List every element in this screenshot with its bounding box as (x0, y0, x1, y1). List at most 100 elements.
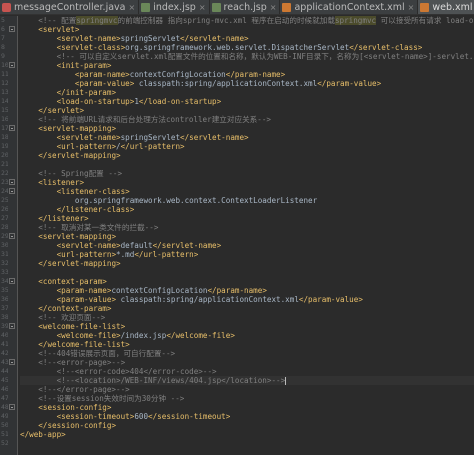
code-token: 的前端控制器 指向spring-mvc.xml 程序在启动的时候就加载 (117, 16, 335, 25)
code-line[interactable]: <servlet-mapping> (20, 232, 116, 241)
fold-toggle-icon[interactable] (9, 278, 15, 284)
line-number: 50 (1, 421, 8, 429)
code-line[interactable]: <!-- 配置springmvc的前端控制器 指向spring-mvc.xml … (20, 16, 474, 25)
code-token: <servlet-mapping> (38, 232, 117, 241)
code-token: 600 (134, 412, 149, 421)
fold-toggle-icon[interactable] (9, 26, 15, 32)
code-token: </welcome-file-list> (38, 340, 130, 349)
code-line[interactable]: <!--<error-code>404</error-code>--> (20, 367, 217, 376)
fold-toggle-icon[interactable] (9, 125, 15, 131)
code-line[interactable]: <session-timeout>600</session-timeout> (20, 412, 231, 421)
code-token: org.springframework.web.context.ContextL… (20, 196, 318, 205)
code-line[interactable]: </welcome-file-list> (20, 340, 130, 349)
code-line[interactable]: </listener-class> (20, 205, 135, 214)
code-line[interactable]: <servlet-name>default</servlet-name> (20, 241, 222, 250)
line-number: 49 (1, 412, 8, 420)
code-token: <!--404错误展示页面，可自行配置--> (20, 349, 176, 358)
tab-close-icon[interactable]: × (408, 3, 415, 12)
code-token: <url-pattern> (56, 142, 117, 151)
code-line[interactable]: <servlet> (20, 25, 79, 34)
tab-messagecontroller-java[interactable]: messageController.java × (0, 0, 140, 14)
code-line[interactable]: <listener-class> (20, 187, 130, 196)
code-line[interactable]: </web-app> (20, 430, 66, 439)
code-line[interactable]: <load-on-startup>1</load-on-startup> (20, 97, 222, 106)
code-token: </servlet-name> (180, 34, 249, 43)
code-token: <session-timeout> (56, 412, 135, 421)
code-line[interactable]: <servlet-mapping> (20, 124, 116, 133)
tab-index-jsp[interactable]: index.jsp × (139, 0, 210, 14)
fold-toggle-icon[interactable] (9, 188, 15, 194)
code-line[interactable]: org.springframework.web.context.ContextL… (20, 196, 317, 205)
code-line[interactable]: </listener> (20, 214, 88, 223)
code-line[interactable]: <servlet-name>springServlet</servlet-nam… (20, 34, 249, 43)
fold-toggle-icon[interactable] (9, 404, 15, 410)
code-line[interactable]: <!-- 取消对某一类文件的拦截--> (20, 223, 158, 232)
line-number: 41 (1, 340, 8, 348)
fold-toggle-icon[interactable] (9, 233, 15, 239)
code-token: /index.jsp (120, 331, 167, 340)
code-line[interactable]: <!-- 将前端URL请求和后台处理方法controller建立对应关系--> (20, 115, 271, 124)
line-number: 22 (1, 169, 8, 177)
code-line[interactable]: <!--设置session失效时间为30分钟 --> (20, 394, 184, 403)
code-token: classpath:spring/applicationContext.xml (134, 79, 318, 88)
tab-applicationcontext-xml[interactable]: applicationContext.xml × (280, 0, 419, 14)
tab-close-icon[interactable]: × (270, 3, 277, 12)
line-number: 34 (1, 277, 8, 285)
fold-toggle-icon[interactable] (9, 359, 15, 365)
code-line[interactable]: <!-- Spring配置 --> (20, 169, 122, 178)
code-token: </url-pattern> (120, 142, 185, 151)
tab-close-icon[interactable]: × (128, 3, 135, 12)
code-line[interactable]: <!-- 欢迎页面--> (20, 313, 105, 322)
code-line[interactable]: <!--404错误展示页面，可自行配置--> (20, 349, 175, 358)
code-line[interactable]: <context-param> (20, 277, 107, 286)
line-number: 20 (1, 151, 8, 159)
tab-label: applicationContext.xml (294, 2, 405, 13)
tab-label: reach.jsp (223, 2, 267, 13)
code-line[interactable]: </context-param> (20, 304, 111, 313)
code-line[interactable]: <!-- 可以自定义servlet.xml配置文件的位置和名称，默认为WEB-I… (20, 52, 474, 61)
fold-toggle-icon[interactable] (9, 62, 15, 68)
line-number: 44 (1, 367, 8, 375)
code-token: </servlet-name> (180, 133, 249, 142)
code-line[interactable]: </session-config> (20, 421, 116, 430)
code-token: </param-name> (225, 70, 286, 79)
code-token: <!-- 可以自定义servlet.xml配置文件的位置和名称，默认为WEB-I… (20, 52, 474, 61)
code-line[interactable]: </servlet-mapping> (20, 151, 120, 160)
tab-web-xml[interactable]: web.xml× (418, 0, 474, 14)
code-line[interactable]: <servlet-name>springServlet</servlet-nam… (20, 133, 249, 142)
code-line[interactable]: <param-value> classpath:spring/applicati… (20, 295, 363, 304)
code-line[interactable]: <session-config> (20, 403, 111, 412)
fold-toggle-icon[interactable] (9, 179, 15, 185)
fold-toggle-icon[interactable] (9, 323, 15, 329)
code-line[interactable]: </servlet-mapping> (20, 259, 120, 268)
code-line[interactable]: <!--<location>/WEB-INF/views/404.jsp</lo… (20, 376, 474, 385)
code-line[interactable]: <!--<error-page>--> (20, 358, 125, 367)
code-line[interactable]: <welcome-file-list> (20, 322, 125, 331)
java-file-icon (2, 3, 11, 12)
code-line[interactable]: <listener> (20, 178, 84, 187)
code-line[interactable]: </init-param> (20, 88, 116, 97)
code-line[interactable]: <url-pattern>*.md</url-pattern> (20, 250, 199, 259)
code-editor[interactable]: <!-- 配置springmvc的前端控制器 指向spring-mvc.xml … (20, 16, 474, 455)
code-line[interactable]: </servlet> (20, 106, 84, 115)
tab-close-icon[interactable]: × (199, 3, 206, 12)
tab-reach-jsp[interactable]: reach.jsp × (210, 0, 281, 14)
code-line[interactable]: <!--</error-page>--> (20, 385, 129, 394)
code-line[interactable]: <param-name>contextConfigLocation</param… (20, 286, 267, 295)
line-number: 30 (1, 241, 8, 249)
code-line[interactable]: <url-pattern>/</url-pattern> (20, 142, 185, 151)
code-line[interactable]: <param-name>contextConfigLocation</param… (20, 70, 285, 79)
code-line[interactable]: <init-param> (20, 61, 112, 70)
code-line[interactable]: <servlet-class>org.springframework.web.s… (20, 43, 423, 52)
code-line[interactable]: <welcome-file>/index.jsp</welcome-file> (20, 331, 235, 340)
line-number: 9 (1, 52, 5, 60)
code-token: </session-timeout> (148, 412, 231, 421)
code-line[interactable]: <param-value> classpath:spring/applicati… (20, 79, 381, 88)
